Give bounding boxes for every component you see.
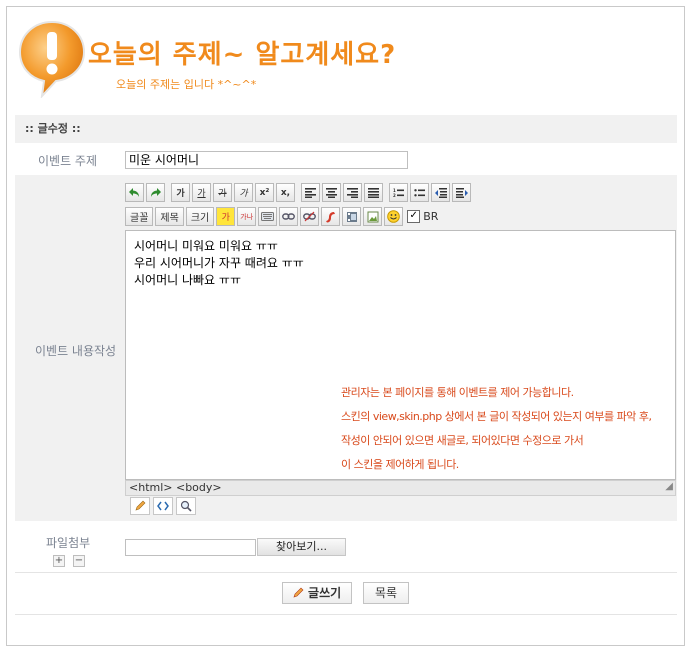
notice-line: 스킨의 view,skin.php 상에서 본 글이 작성되어 있는지 여부를 … <box>341 410 652 423</box>
pencil-icon <box>293 586 304 600</box>
page-title: 오늘의 주제~ 알고계세요? <box>88 40 397 70</box>
page-subtitle: 오늘의 주제는 입니다 *^~^* <box>116 78 257 91</box>
content-editor[interactable]: 시어머니 미워요 미워요 ㅠㅠ 우리 시어머니가 자꾸 때려요 ㅠㅠ 시어머니 … <box>125 230 676 480</box>
font-family-button[interactable]: 글꼴 <box>125 207 154 226</box>
section-title: :: 글수정 :: <box>25 122 81 135</box>
indent-icon[interactable] <box>452 183 471 202</box>
editor-mode-tabs <box>130 497 196 515</box>
highlight-button[interactable]: 가 <box>216 207 236 226</box>
film-icon[interactable] <box>342 207 362 226</box>
divider <box>15 572 677 573</box>
subject-label: 이벤트 주제 <box>38 154 98 168</box>
element-path: <html> <body> <box>129 481 222 494</box>
keyboard-icon[interactable] <box>258 207 278 226</box>
background-color-button[interactable]: 가나 <box>237 207 257 226</box>
editor-text: 시어머니 미워요 미워요 ㅠㅠ 우리 시어머니가 자꾸 때려요 ㅠㅠ 시어머니 … <box>134 238 304 289</box>
align-right-icon[interactable] <box>343 183 362 202</box>
heading-button[interactable]: 제목 <box>155 207 184 226</box>
editor-line: 시어머니 미워요 미워요 ㅠㅠ <box>134 239 278 253</box>
preview-icon[interactable] <box>176 497 196 515</box>
link-icon[interactable] <box>279 207 299 226</box>
br-label: BR <box>423 210 439 223</box>
code-icon[interactable] <box>153 497 173 515</box>
notice-line: 관리자는 본 페이지를 통해 이벤트를 제어 가능합니다. <box>341 386 574 399</box>
underline-button[interactable]: 가 <box>192 183 211 202</box>
bold-button[interactable]: 가 <box>171 183 190 202</box>
svg-text:2: 2 <box>393 193 396 198</box>
align-left-icon[interactable] <box>301 183 320 202</box>
strikethrough-button[interactable]: 가 <box>213 183 232 202</box>
admin-notice: 관리자는 본 페이지를 통해 이벤트를 제어 가능합니다. 스킨의 view,s… <box>341 381 652 477</box>
flash-icon[interactable] <box>321 207 341 226</box>
write-label: 글쓰기 <box>308 586 342 600</box>
exclamation-bubble-logo <box>18 20 86 101</box>
undo-icon[interactable] <box>125 183 144 202</box>
superscript-button[interactable]: x² <box>255 183 274 202</box>
editor-toolbar-row-1: 가 가 가 가 x² x, 12 <box>125 183 471 202</box>
notice-line: 이 스킨을 제어하게 됩니다. <box>341 458 459 471</box>
align-center-icon[interactable] <box>322 183 341 202</box>
browse-button[interactable]: 찾아보기... <box>257 538 346 556</box>
list-button[interactable]: 목록 <box>363 582 409 604</box>
editor-toolbar-row-2: 글꼴 제목 크기 가 가나 ✓ BR <box>125 207 438 226</box>
image-icon[interactable] <box>363 207 383 226</box>
unordered-list-icon[interactable] <box>410 183 429 202</box>
ordered-list-icon[interactable]: 12 <box>389 183 408 202</box>
redo-icon[interactable] <box>146 183 165 202</box>
write-button[interactable]: 글쓰기 <box>282 582 352 604</box>
file-path-input[interactable] <box>125 539 256 556</box>
editor-line: 우리 시어머니가 자꾸 때려요 ㅠㅠ <box>134 256 304 270</box>
subscript-button[interactable]: x, <box>276 183 295 202</box>
section-header: :: 글수정 :: <box>15 115 677 143</box>
unlink-icon[interactable] <box>300 207 320 226</box>
br-option[interactable]: ✓ BR <box>407 207 438 226</box>
remove-file-button[interactable]: − <box>73 555 85 567</box>
font-size-button[interactable]: 크기 <box>185 207 215 226</box>
file-label: 파일첨부 <box>46 536 91 550</box>
align-justify-icon[interactable] <box>364 183 383 202</box>
add-file-button[interactable]: + <box>53 555 65 567</box>
editor-line: 시어머니 나빠요 ㅠㅠ <box>134 273 241 287</box>
br-checkbox[interactable]: ✓ <box>407 210 421 223</box>
outdent-icon[interactable] <box>431 183 450 202</box>
pencil-icon[interactable] <box>130 497 150 515</box>
editor-status-bar: <html> <body> ◢ <box>125 480 676 496</box>
subject-input[interactable]: 미운 시어머니 <box>125 151 408 169</box>
emoticon-icon[interactable] <box>384 207 404 226</box>
divider <box>15 614 677 615</box>
italic-button[interactable]: 가 <box>234 183 253 202</box>
content-label: 이벤트 내용작성 <box>35 344 117 358</box>
resize-grip-icon[interactable]: ◢ <box>665 480 673 494</box>
notice-line: 작성이 안되어 있으면 새글로, 되어있다면 수정으로 가서 <box>341 434 584 447</box>
